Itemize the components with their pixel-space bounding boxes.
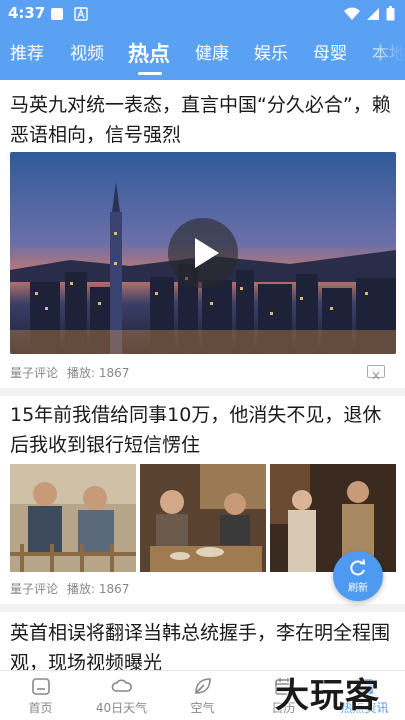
status-right <box>344 6 395 21</box>
tabs-fade <box>365 28 405 80</box>
status-bar: 4:37 <box>0 0 405 28</box>
nav-label: 空气 <box>190 701 215 715</box>
couple-room-image <box>270 464 396 572</box>
refresh-button[interactable]: 刷新 <box>333 551 383 601</box>
leaf-icon <box>195 678 211 694</box>
dismiss-button[interactable] <box>367 365 385 380</box>
thumbnail-3[interactable] <box>270 464 396 572</box>
thumbnail-1[interactable] <box>10 464 136 572</box>
dinner-table-image <box>140 464 266 572</box>
tab-health[interactable]: 健康 <box>195 28 229 80</box>
nav-home[interactable]: 首页 <box>0 671 81 720</box>
active-tab-indicator <box>138 72 162 75</box>
home-icon <box>32 678 50 695</box>
status-time: 4:37 <box>8 4 46 22</box>
nav-label: 首页 <box>28 701 53 715</box>
tab-video[interactable]: 视频 <box>70 28 104 80</box>
play-icon <box>195 238 219 268</box>
article-plays: 播放: 1867 <box>67 582 130 596</box>
article-plays: 播放: 1867 <box>67 366 130 380</box>
tab-maternal[interactable]: 母婴 <box>313 28 347 80</box>
battery-icon <box>386 6 395 21</box>
thumbnail-2[interactable] <box>140 464 266 572</box>
wifi-icon <box>344 7 360 20</box>
video-thumbnail[interactable] <box>10 152 396 354</box>
divider <box>0 388 405 396</box>
notification-square-icon <box>51 8 63 20</box>
play-button[interactable] <box>168 218 238 288</box>
divider <box>0 604 405 612</box>
refresh-label: 刷新 <box>348 583 368 594</box>
close-icon <box>372 371 380 380</box>
two-men-image <box>10 464 136 572</box>
tab-recommend[interactable]: 推荐 <box>10 28 44 80</box>
article-title[interactable]: 马英九对统一表态，直言中国“分久必合”，赖恶语相向，信号强烈 <box>10 90 396 150</box>
cloud-icon <box>111 679 132 692</box>
nav-air[interactable]: 空气 <box>162 671 243 720</box>
article-source: 量子评论 <box>10 582 59 596</box>
nav-label: 40日天气 <box>95 701 148 715</box>
category-tabs: 推荐 视频 热点 健康 娱乐 母婴 本地 <box>0 28 405 80</box>
nav-weather[interactable]: 40日天气 <box>81 671 162 720</box>
signal-icon <box>367 7 379 20</box>
app-a-icon <box>74 7 88 21</box>
tab-entertainment[interactable]: 娱乐 <box>254 28 288 80</box>
article-title[interactable]: 英首相误将翻译当韩总统握手，李在明全程围观，现场视频曝光 <box>10 618 396 670</box>
article-source: 量子评论 <box>10 366 59 380</box>
refresh-icon <box>350 559 366 576</box>
watermark-logo: 大玩客 <box>275 676 380 716</box>
article-title[interactable]: 15年前我借给同事10万，他消失不见，退休后我收到银行短信愣住 <box>10 400 396 460</box>
